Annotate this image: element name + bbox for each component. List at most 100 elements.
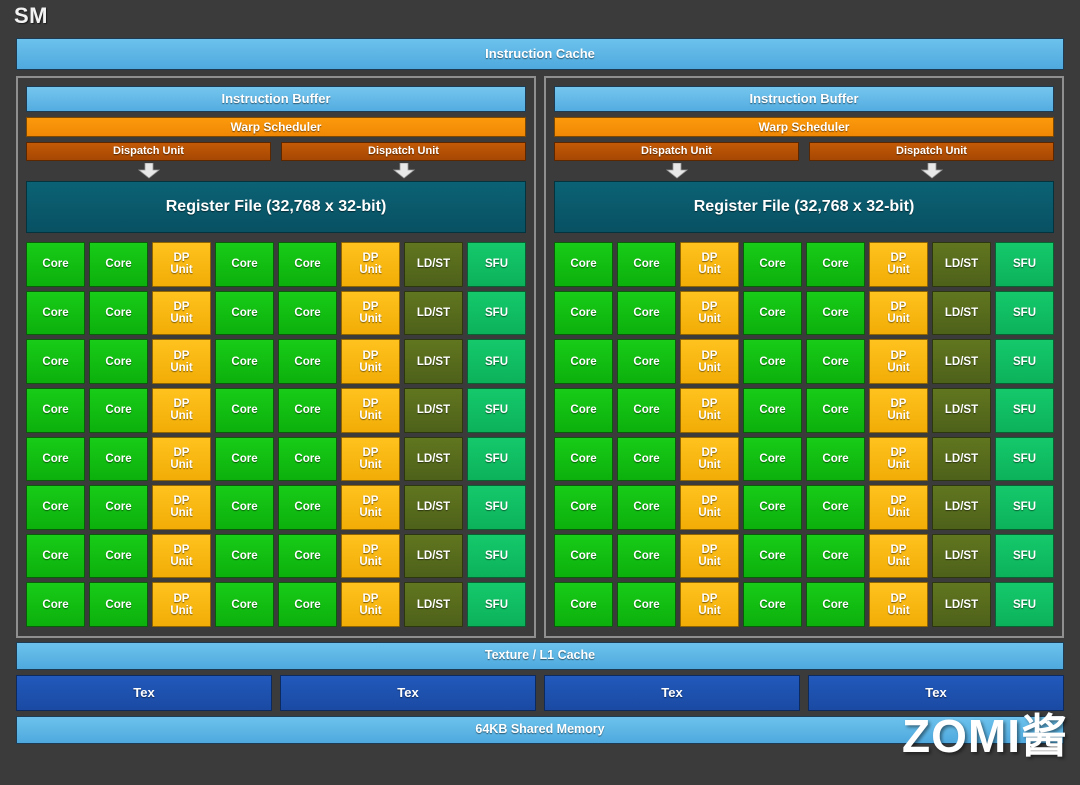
core-unit: Core	[617, 339, 676, 384]
dp-unit: DP Unit	[869, 242, 928, 287]
core-unit: Core	[278, 242, 337, 287]
special-function-unit: SFU	[467, 485, 526, 530]
dp-unit: DP Unit	[152, 387, 211, 433]
dispatch-unit-block-1: Dispatch Unit	[26, 142, 271, 161]
core-unit: Core	[617, 290, 676, 336]
tex-unit: Tex	[544, 675, 800, 711]
core-unit: Core	[806, 290, 865, 336]
dp-unit: DP Unit	[680, 339, 739, 384]
core-unit: Core	[278, 582, 337, 627]
arrow-down-icon	[281, 162, 526, 180]
load-store-unit: LD/ST	[932, 485, 991, 530]
dp-unit: DP Unit	[680, 533, 739, 579]
core-unit: Core	[26, 436, 85, 482]
special-function-unit: SFU	[467, 242, 526, 287]
core-unit: Core	[89, 242, 148, 287]
instruction-cache-container: Instruction Cache	[16, 38, 1064, 70]
core-unit: Core	[278, 339, 337, 384]
core-unit: Core	[215, 582, 274, 627]
core-unit: Core	[554, 290, 613, 336]
texture-l1-cache-block: Texture / L1 Cache	[16, 642, 1064, 670]
core-unit: Core	[617, 436, 676, 482]
instruction-buffer-block: Instruction Buffer	[554, 86, 1054, 112]
special-function-unit: SFU	[995, 387, 1054, 433]
core-unit: Core	[278, 387, 337, 433]
arrow-down-icon	[26, 162, 271, 180]
load-store-unit: LD/ST	[932, 290, 991, 336]
core-unit: Core	[215, 533, 274, 579]
special-function-unit: SFU	[995, 582, 1054, 627]
dp-unit: DP Unit	[341, 290, 400, 336]
dp-unit: DP Unit	[152, 290, 211, 336]
dispatch-unit-block-1: Dispatch Unit	[554, 142, 799, 161]
tex-unit-row: Tex Tex Tex Tex	[16, 675, 1064, 711]
core-unit: Core	[743, 242, 802, 287]
dp-unit: DP Unit	[869, 290, 928, 336]
core-unit: Core	[278, 485, 337, 530]
dp-unit: DP Unit	[680, 242, 739, 287]
core-unit: Core	[743, 533, 802, 579]
core-unit: Core	[215, 485, 274, 530]
dp-unit: DP Unit	[341, 485, 400, 530]
dp-unit: DP Unit	[152, 533, 211, 579]
dp-unit: DP Unit	[341, 387, 400, 433]
instruction-buffer-block: Instruction Buffer	[26, 86, 526, 112]
dispatch-unit-block-2: Dispatch Unit	[809, 142, 1054, 161]
dispatch-arrow-row	[26, 162, 526, 180]
dispatch-unit-row: Dispatch Unit Dispatch Unit	[26, 142, 526, 161]
core-unit: Core	[26, 290, 85, 336]
load-store-unit: LD/ST	[932, 582, 991, 627]
core-unit: Core	[743, 582, 802, 627]
core-unit: Core	[215, 339, 274, 384]
dp-unit: DP Unit	[680, 387, 739, 433]
dp-unit: DP Unit	[869, 533, 928, 579]
warp-scheduler-block: Warp Scheduler	[554, 117, 1054, 137]
arrow-down-icon	[809, 162, 1054, 180]
dp-unit: DP Unit	[341, 242, 400, 287]
core-unit: Core	[89, 339, 148, 384]
core-unit: Core	[806, 339, 865, 384]
dispatch-unit-block-2: Dispatch Unit	[281, 142, 526, 161]
tex-unit: Tex	[16, 675, 272, 711]
load-store-unit: LD/ST	[404, 387, 463, 433]
special-function-unit: SFU	[467, 533, 526, 579]
dp-unit: DP Unit	[152, 485, 211, 530]
special-function-unit: SFU	[995, 485, 1054, 530]
core-unit: Core	[89, 387, 148, 433]
load-store-unit: LD/ST	[404, 436, 463, 482]
shared-memory-block: 64KB Shared Memory	[16, 716, 1064, 744]
core-unit: Core	[743, 339, 802, 384]
special-function-unit: SFU	[995, 290, 1054, 336]
core-unit: Core	[554, 387, 613, 433]
dp-unit: DP Unit	[152, 436, 211, 482]
register-file-block: Register File (32,768 x 32-bit)	[26, 181, 526, 233]
memory-section: Texture / L1 Cache Tex Tex Tex Tex 64KB Sha…	[16, 642, 1064, 750]
dp-unit: DP Unit	[341, 533, 400, 579]
core-unit: Core	[26, 533, 85, 579]
core-unit: Core	[215, 436, 274, 482]
core-unit: Core	[89, 533, 148, 579]
dp-unit: DP Unit	[680, 290, 739, 336]
core-unit: Core	[278, 436, 337, 482]
special-function-unit: SFU	[467, 339, 526, 384]
core-unit: Core	[26, 339, 85, 384]
load-store-unit: LD/ST	[404, 290, 463, 336]
core-unit: Core	[89, 485, 148, 530]
load-store-unit: LD/ST	[932, 242, 991, 287]
special-function-unit: SFU	[995, 242, 1054, 287]
register-file-block: Register File (32,768 x 32-bit)	[554, 181, 1054, 233]
core-unit: Core	[806, 485, 865, 530]
core-unit: Core	[743, 387, 802, 433]
right-partition: Instruction Buffer Warp Scheduler Dispat…	[544, 76, 1064, 638]
load-store-unit: LD/ST	[404, 533, 463, 579]
special-function-unit: SFU	[467, 290, 526, 336]
core-unit: Core	[806, 242, 865, 287]
load-store-unit: LD/ST	[932, 339, 991, 384]
core-unit: Core	[806, 387, 865, 433]
core-unit: Core	[554, 485, 613, 530]
dp-unit: DP Unit	[680, 485, 739, 530]
special-function-unit: SFU	[467, 582, 526, 627]
core-unit: Core	[806, 533, 865, 579]
execution-unit-grid: Core Core DP Unit Core Core DP Unit LD/ST SFU Core…	[26, 242, 526, 627]
dp-unit: DP Unit	[869, 436, 928, 482]
